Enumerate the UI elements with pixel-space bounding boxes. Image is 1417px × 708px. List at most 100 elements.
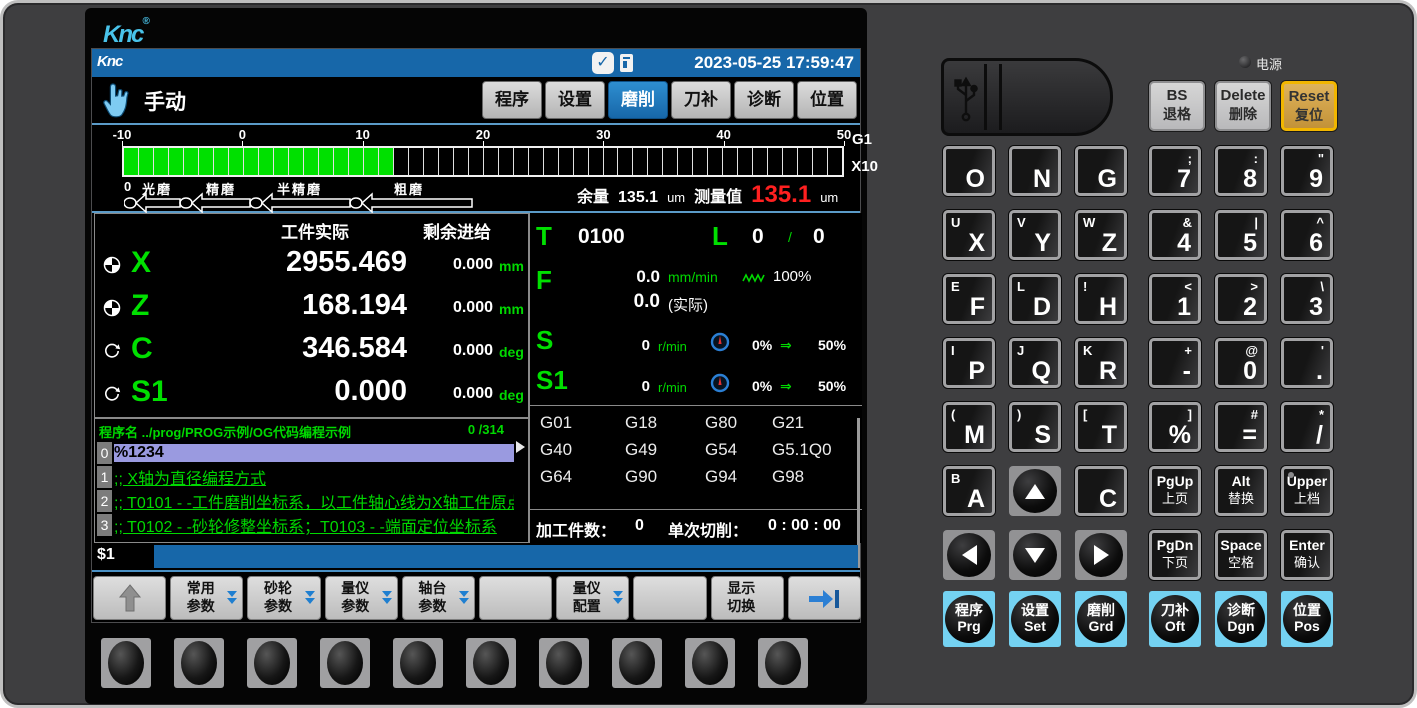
- key-p[interactable]: IP: [943, 338, 995, 388]
- key-slash[interactable]: */: [1281, 402, 1333, 452]
- key-8[interactable]: :8: [1215, 146, 1267, 196]
- key-arrow-down[interactable]: [1009, 530, 1061, 580]
- key-g[interactable]: G: [1075, 146, 1127, 196]
- program-line[interactable]: 1;; X轴为直径编程方式: [97, 465, 514, 489]
- screen-soft-button-2[interactable]: [174, 638, 224, 688]
- key-1[interactable]: <1: [1149, 274, 1201, 324]
- screen-soft-button-7[interactable]: [539, 638, 589, 688]
- tab-位置[interactable]: 位置: [797, 81, 857, 119]
- softkey-table-params[interactable]: 轴台参数: [402, 576, 475, 620]
- key-arrow-up[interactable]: [1009, 466, 1061, 516]
- key-y[interactable]: VY: [1009, 210, 1061, 260]
- grind-bar-cell: [618, 148, 633, 175]
- softkey-blank-6[interactable]: [479, 576, 552, 620]
- program-line[interactable]: 2;; T0101 - -工件磨削坐标系，以工件轴心线为X轴工件原点: [97, 489, 514, 513]
- line-number: 3: [97, 514, 112, 536]
- key-6[interactable]: ^6: [1281, 210, 1333, 260]
- key-pgup[interactable]: PgUp上页: [1149, 466, 1201, 516]
- key-reset[interactable]: Reset复位: [1281, 81, 1337, 131]
- key-7[interactable]: ;7: [1149, 146, 1201, 196]
- line-text: ;; T0101 - -工件磨削坐标系，以工件轴心线为X轴工件原点: [114, 489, 514, 513]
- usb-icon: [947, 64, 987, 130]
- screen-soft-button-4[interactable]: [320, 638, 370, 688]
- screen-soft-button-10[interactable]: [758, 638, 808, 688]
- grind-bar-cell: [379, 148, 394, 175]
- key-space[interactable]: Space空格: [1215, 530, 1267, 580]
- linear-axis-icon: [103, 299, 121, 322]
- key-pos[interactable]: 位置Pos: [1281, 591, 1333, 647]
- key-prg[interactable]: 程序Prg: [943, 591, 995, 647]
- softkey-next-menu[interactable]: [788, 576, 861, 620]
- softkey-blank-8[interactable]: [633, 576, 706, 620]
- key-enter[interactable]: Enter确认: [1281, 530, 1333, 580]
- key-dot[interactable]: '.: [1281, 338, 1333, 388]
- key-0[interactable]: @0: [1215, 338, 1267, 388]
- l-value-b: 0: [813, 225, 825, 249]
- key-pgdn[interactable]: PgDn下页: [1149, 530, 1201, 580]
- key-main-label: C: [1099, 487, 1117, 512]
- softkey-gauge-params[interactable]: 量仪参数: [325, 576, 398, 620]
- softkey-display-toggle[interactable]: 显示切换: [711, 576, 784, 620]
- key-h[interactable]: !H: [1075, 274, 1127, 324]
- key-f[interactable]: EF: [943, 274, 995, 324]
- screen-soft-button-8[interactable]: [612, 638, 662, 688]
- key-delete[interactable]: Delete删除: [1215, 81, 1271, 131]
- key-minus[interactable]: +-: [1149, 338, 1201, 388]
- scroll-arrow-icon[interactable]: [516, 441, 525, 453]
- key-3[interactable]: \3: [1281, 274, 1333, 324]
- key-o[interactable]: O: [943, 146, 995, 196]
- key-4[interactable]: &4: [1149, 210, 1201, 260]
- key-x[interactable]: UX: [943, 210, 995, 260]
- screen-soft-button-5[interactable]: [393, 638, 443, 688]
- tab-磨削[interactable]: 磨削: [608, 81, 668, 119]
- key-backspace[interactable]: BS退格: [1149, 81, 1205, 131]
- key-arrow-left[interactable]: [943, 530, 995, 580]
- softkey-back[interactable]: [93, 576, 166, 620]
- line-number: 0: [97, 442, 112, 464]
- key-s[interactable]: )S: [1009, 402, 1061, 452]
- key-oft[interactable]: 刀补Oft: [1149, 591, 1201, 647]
- l-value-a: 0: [752, 225, 764, 249]
- tab-刀补[interactable]: 刀补: [671, 81, 731, 119]
- key-alt[interactable]: Alt替换: [1215, 466, 1267, 516]
- screen-soft-button-9[interactable]: [685, 638, 735, 688]
- key-9[interactable]: "9: [1281, 146, 1333, 196]
- key-q[interactable]: JQ: [1009, 338, 1061, 388]
- key-2[interactable]: >2: [1215, 274, 1267, 324]
- key-grd[interactable]: 磨削Grd: [1075, 591, 1127, 647]
- key-5[interactable]: |5: [1215, 210, 1267, 260]
- double-chevron-down-icon: [305, 591, 315, 605]
- screen-soft-button-6[interactable]: [466, 638, 516, 688]
- key-percent[interactable]: ]%: [1149, 402, 1201, 452]
- grind-bar-cell: [199, 148, 214, 175]
- softkey-common-params[interactable]: 常用参数: [170, 576, 243, 620]
- tab-设置[interactable]: 设置: [545, 81, 605, 119]
- softkey-wheel-params[interactable]: 砂轮参数: [247, 576, 320, 620]
- tab-程序[interactable]: 程序: [482, 81, 542, 119]
- screen-soft-button-1[interactable]: [101, 638, 151, 688]
- key-m[interactable]: (M: [943, 402, 995, 452]
- channel-label: $1: [97, 546, 115, 564]
- key-dgn[interactable]: 诊断Dgn: [1215, 591, 1267, 647]
- key-d[interactable]: LD: [1009, 274, 1061, 324]
- key-z[interactable]: WZ: [1075, 210, 1127, 260]
- program-line[interactable]: 3;; T0102 - -砂轮修整坐标系；T0103 - -端面定位坐标系: [97, 513, 514, 537]
- key-equals[interactable]: #=: [1215, 402, 1267, 452]
- key-n[interactable]: N: [1009, 146, 1061, 196]
- screen-soft-button-3[interactable]: [247, 638, 297, 688]
- key-upper[interactable]: Upper上档: [1281, 466, 1333, 516]
- registered-mark: ®: [142, 16, 149, 27]
- key-label-zh: 设置: [1011, 602, 1059, 618]
- program-line[interactable]: 0%1234: [97, 441, 514, 465]
- key-set[interactable]: 设置Set: [1009, 591, 1061, 647]
- key-t[interactable]: [T: [1075, 402, 1127, 452]
- key-a[interactable]: BA: [943, 466, 995, 516]
- key-r[interactable]: KR: [1075, 338, 1127, 388]
- softkey-label-line2: 切换: [712, 598, 771, 616]
- mdi-input[interactable]: [154, 545, 858, 568]
- key-arrow-right[interactable]: [1075, 530, 1127, 580]
- tab-诊断[interactable]: 诊断: [734, 81, 794, 119]
- gcode-value: G54: [705, 440, 737, 460]
- softkey-gauge-config[interactable]: 量仪配置: [556, 576, 629, 620]
- key-c[interactable]: C: [1075, 466, 1127, 516]
